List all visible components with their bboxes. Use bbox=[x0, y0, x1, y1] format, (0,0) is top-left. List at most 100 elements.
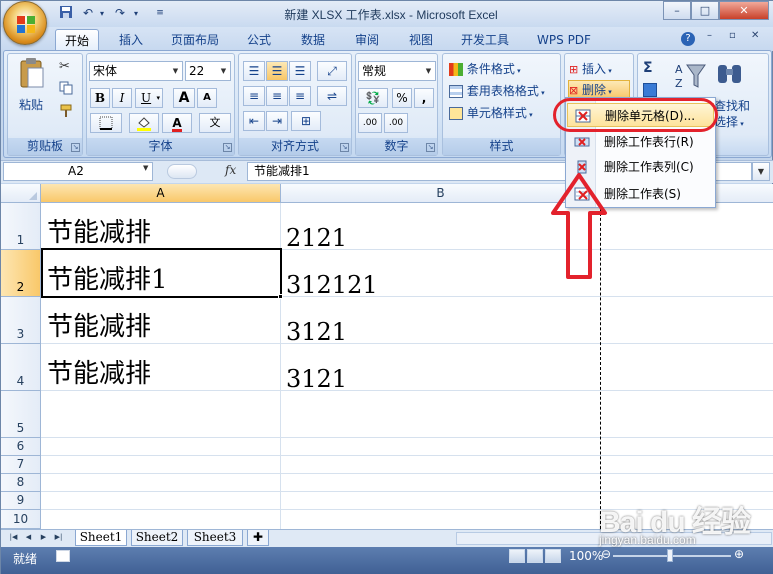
increase-indent-icon[interactable]: ⇥ bbox=[266, 111, 288, 131]
font-launcher-icon[interactable]: ↘ bbox=[223, 143, 232, 152]
orientation-icon[interactable]: ⤢ bbox=[317, 61, 347, 81]
help-icon[interactable]: ? bbox=[681, 32, 695, 46]
insert-cells-button[interactable]: ⊞ 插入 ▾ bbox=[569, 60, 631, 80]
align-top-icon[interactable]: ☰ bbox=[243, 61, 265, 81]
row-header[interactable]: 3 bbox=[1, 297, 41, 344]
fill-down-icon[interactable] bbox=[643, 83, 657, 97]
phonetic-button[interactable]: 文 bbox=[199, 113, 231, 133]
percent-button[interactable]: % bbox=[392, 88, 412, 108]
close-button[interactable]: ✕ bbox=[719, 1, 769, 20]
row-header[interactable]: 9 bbox=[1, 492, 41, 510]
font-name-combo[interactable]: 宋体 ▼ bbox=[89, 61, 183, 81]
row-header[interactable]: 4 bbox=[1, 344, 41, 391]
increase-decimal-button[interactable]: .00 bbox=[358, 113, 382, 133]
cell-styles-button[interactable]: 单元格样式 ▾ bbox=[449, 104, 557, 124]
formula-bar-divider[interactable] bbox=[167, 164, 197, 179]
cell-a3[interactable]: 节能减排 bbox=[47, 306, 151, 343]
format-as-table-button[interactable]: 套用表格格式 ▾ bbox=[449, 82, 559, 102]
merge-cells-icon[interactable]: ⊞ bbox=[291, 111, 321, 131]
clipboard-launcher-icon[interactable]: ↘ bbox=[71, 143, 80, 152]
font-color-button[interactable]: A bbox=[162, 113, 192, 133]
sheet-tab-2[interactable]: Sheet2 bbox=[131, 530, 183, 546]
font-size-combo[interactable]: 22 ▼ bbox=[185, 61, 231, 81]
conditional-format-button[interactable]: 条件格式 ▾ bbox=[449, 60, 557, 80]
underline-button[interactable]: U ▾ bbox=[135, 88, 163, 108]
decrease-indent-icon[interactable]: ⇤ bbox=[243, 111, 265, 131]
ribbon-restore-icon[interactable]: ▫ bbox=[729, 30, 736, 41]
workbook-close-icon[interactable]: ✕ bbox=[751, 30, 759, 41]
name-box[interactable]: A2 bbox=[3, 162, 153, 181]
row-header[interactable]: 6 bbox=[1, 438, 41, 456]
cell-a1[interactable]: 节能减排 bbox=[47, 212, 151, 249]
row-header[interactable]: 2 bbox=[1, 250, 41, 297]
office-button[interactable] bbox=[3, 1, 47, 45]
save-icon[interactable] bbox=[57, 5, 75, 22]
align-left-icon[interactable]: ≡ bbox=[243, 86, 265, 106]
customize-qat-icon[interactable]: ≡ bbox=[151, 5, 169, 22]
sort-filter-button[interactable]: A Z bbox=[673, 59, 707, 97]
row-header[interactable]: 5 bbox=[1, 391, 41, 438]
last-sheet-icon[interactable]: ▶| bbox=[52, 530, 65, 545]
select-all-corner[interactable] bbox=[1, 184, 41, 203]
tab-formulas[interactable]: 公式 bbox=[237, 29, 281, 51]
page-layout-view-icon[interactable] bbox=[527, 549, 543, 563]
bold-button[interactable]: B bbox=[90, 88, 110, 108]
italic-button[interactable]: I bbox=[112, 88, 132, 108]
find-select-button[interactable] bbox=[715, 59, 745, 89]
column-header-a[interactable]: A bbox=[41, 184, 281, 203]
cell-b1[interactable]: 2121 bbox=[286, 224, 347, 252]
wrap-text-icon[interactable]: ⇌ bbox=[317, 86, 347, 106]
tab-page-layout[interactable]: 页面布局 bbox=[163, 29, 227, 51]
borders-button[interactable] bbox=[90, 113, 122, 133]
tab-insert[interactable]: 插入 bbox=[109, 29, 153, 51]
tab-home[interactable]: 开始 bbox=[55, 29, 99, 51]
align-center-icon[interactable]: ≡ bbox=[266, 86, 288, 106]
autosum-button[interactable]: Σ bbox=[643, 60, 653, 76]
currency-icon[interactable]: 💱 bbox=[358, 88, 388, 108]
first-sheet-icon[interactable]: |◀ bbox=[7, 530, 20, 545]
fill-handle[interactable] bbox=[278, 294, 283, 299]
copy-icon[interactable] bbox=[59, 81, 73, 95]
number-format-combo[interactable]: 常规 ▼ bbox=[358, 61, 436, 81]
prev-sheet-icon[interactable]: ◀ bbox=[22, 530, 35, 545]
row-header[interactable]: 10 bbox=[1, 510, 41, 529]
tab-view[interactable]: 视图 bbox=[399, 29, 443, 51]
next-sheet-icon[interactable]: ▶ bbox=[37, 530, 50, 545]
cell-b2[interactable]: 312121 bbox=[286, 271, 378, 299]
row-header[interactable]: 7 bbox=[1, 456, 41, 474]
number-launcher-icon[interactable]: ↘ bbox=[426, 143, 435, 152]
grow-font-button[interactable]: A bbox=[173, 88, 195, 108]
tab-developer[interactable]: 开发工具 bbox=[453, 29, 517, 51]
tab-data[interactable]: 数据 bbox=[291, 29, 335, 51]
align-bottom-icon[interactable]: ☰ bbox=[289, 61, 311, 81]
insert-sheet-icon[interactable]: ✚ bbox=[247, 530, 269, 546]
menu-item-delete-rows[interactable]: 删除工作表行(R) bbox=[567, 130, 714, 154]
cell-a4[interactable]: 节能减排 bbox=[47, 353, 151, 390]
alignment-launcher-icon[interactable]: ↘ bbox=[340, 143, 349, 152]
tab-review[interactable]: 审阅 bbox=[345, 29, 389, 51]
page-break-preview-icon[interactable] bbox=[545, 549, 561, 563]
chevron-down-icon[interactable]: ▼ bbox=[752, 162, 770, 181]
cell-b4[interactable]: 3121 bbox=[286, 365, 347, 393]
restore-button[interactable]: □ bbox=[691, 1, 719, 20]
fill-color-button[interactable] bbox=[129, 113, 159, 133]
ribbon-minimize-icon[interactable]: – bbox=[707, 30, 712, 41]
tab-wps-pdf[interactable]: WPS PDF bbox=[529, 29, 599, 51]
format-painter-icon[interactable] bbox=[59, 104, 73, 118]
paste-button[interactable]: 粘贴 bbox=[11, 57, 51, 121]
macro-record-icon[interactable] bbox=[56, 550, 70, 562]
row-header[interactable]: 1 bbox=[1, 203, 41, 250]
shrink-font-button[interactable]: A bbox=[197, 88, 217, 108]
align-right-icon[interactable]: ≡ bbox=[289, 86, 311, 106]
minimize-button[interactable]: – bbox=[663, 1, 691, 20]
worksheet-grid[interactable]: A B 1 2 3 4 5 6 7 8 9 10 节能减排 2121 节能减排1… bbox=[1, 184, 773, 529]
fx-icon[interactable]: fx bbox=[225, 163, 236, 177]
undo-dropdown-icon[interactable]: ▾ bbox=[93, 5, 111, 22]
align-middle-icon[interactable]: ☰ bbox=[266, 61, 288, 81]
cell-b3[interactable]: 3121 bbox=[286, 318, 347, 346]
decrease-decimal-button[interactable]: .00 bbox=[384, 113, 408, 133]
comma-button[interactable]: , bbox=[414, 88, 434, 108]
row-header[interactable]: 8 bbox=[1, 474, 41, 492]
normal-view-icon[interactable] bbox=[509, 549, 525, 563]
chevron-down-icon[interactable]: ▼ bbox=[143, 164, 148, 172]
